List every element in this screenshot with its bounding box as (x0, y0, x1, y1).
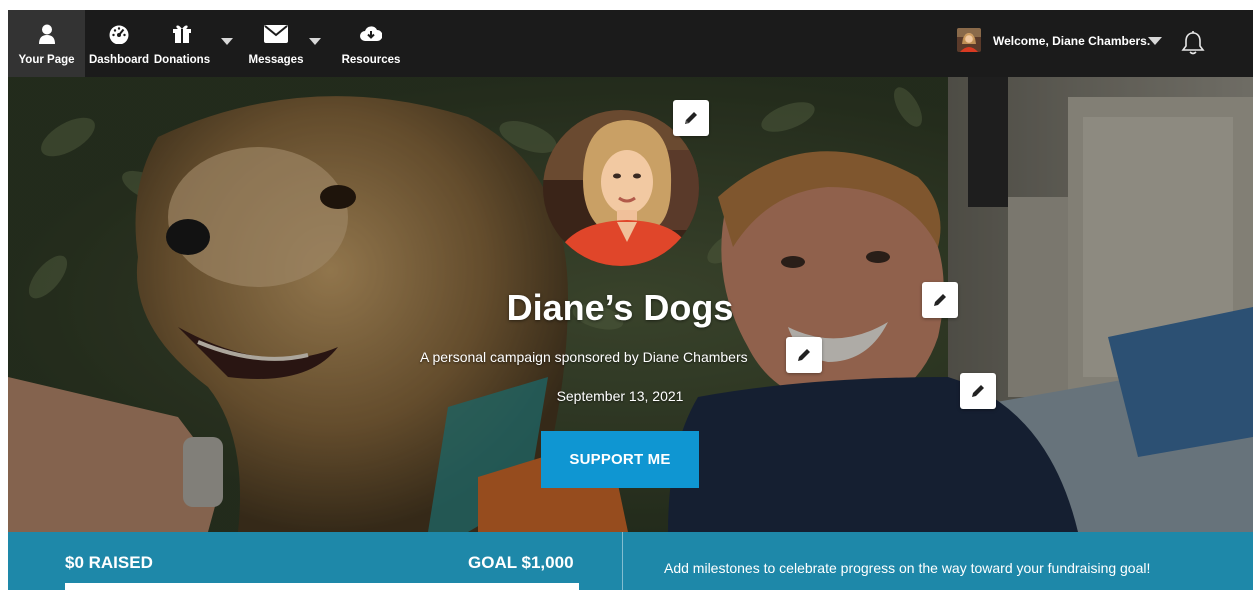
envelope-icon (264, 22, 288, 46)
nav-resources[interactable]: Resources (335, 10, 407, 77)
nav-label: Resources (341, 54, 401, 66)
raised-amount: $0 RAISED (65, 553, 153, 572)
nav-label: Donations (153, 54, 211, 66)
nav-your-page[interactable]: Your Page (8, 10, 85, 77)
nav-donations[interactable]: Donations (153, 10, 233, 77)
progress-bar (65, 583, 579, 590)
gauge-icon (108, 22, 130, 46)
pencil-icon (685, 112, 697, 124)
fundraising-progress: $0 RAISED GOAL $1,000 Add milestones to … (8, 532, 1253, 590)
edit-subtitle-button[interactable] (786, 337, 822, 373)
person-icon (38, 22, 56, 46)
chevron-down-icon (309, 38, 321, 45)
nav-label: Dashboard (88, 54, 150, 66)
campaign-date: September 13, 2021 (556, 388, 684, 404)
cloud-download-icon (360, 22, 382, 46)
chevron-down-icon[interactable] (1148, 37, 1162, 45)
welcome-text: Welcome, Diane Chambers. (993, 34, 1151, 48)
campaign-subtitle: A personal campaign sponsored by Diane C… (420, 349, 748, 365)
campaign-title: Diane’s Dogs (506, 287, 734, 328)
page-frame: Your Page Dashboard Donations Messages R… (8, 10, 1253, 590)
avatar (957, 28, 981, 52)
gift-icon (172, 22, 192, 46)
nav-dashboard[interactable]: Dashboard (85, 10, 153, 77)
nav-messages[interactable]: Messages (245, 10, 325, 77)
pencil-icon (798, 349, 810, 361)
chevron-down-icon (221, 38, 233, 45)
support-me-button[interactable]: SUPPORT ME (541, 431, 699, 488)
hero-banner: Diane’s Dogs A personal campaign sponsor… (8, 77, 1253, 532)
divider (622, 532, 623, 590)
goal-amount: GOAL $1,000 (468, 553, 574, 572)
nav-label: Your Page (18, 54, 75, 66)
top-nav: Your Page Dashboard Donations Messages R… (8, 10, 1253, 77)
user-menu[interactable]: Welcome, Diane Chambers. (953, 10, 1253, 77)
nav-label: Messages (248, 54, 304, 66)
milestone-prompt: Add milestones to celebrate progress on … (664, 560, 1151, 576)
bell-icon[interactable] (1181, 30, 1205, 56)
edit-profile-photo-button[interactable] (673, 100, 709, 136)
